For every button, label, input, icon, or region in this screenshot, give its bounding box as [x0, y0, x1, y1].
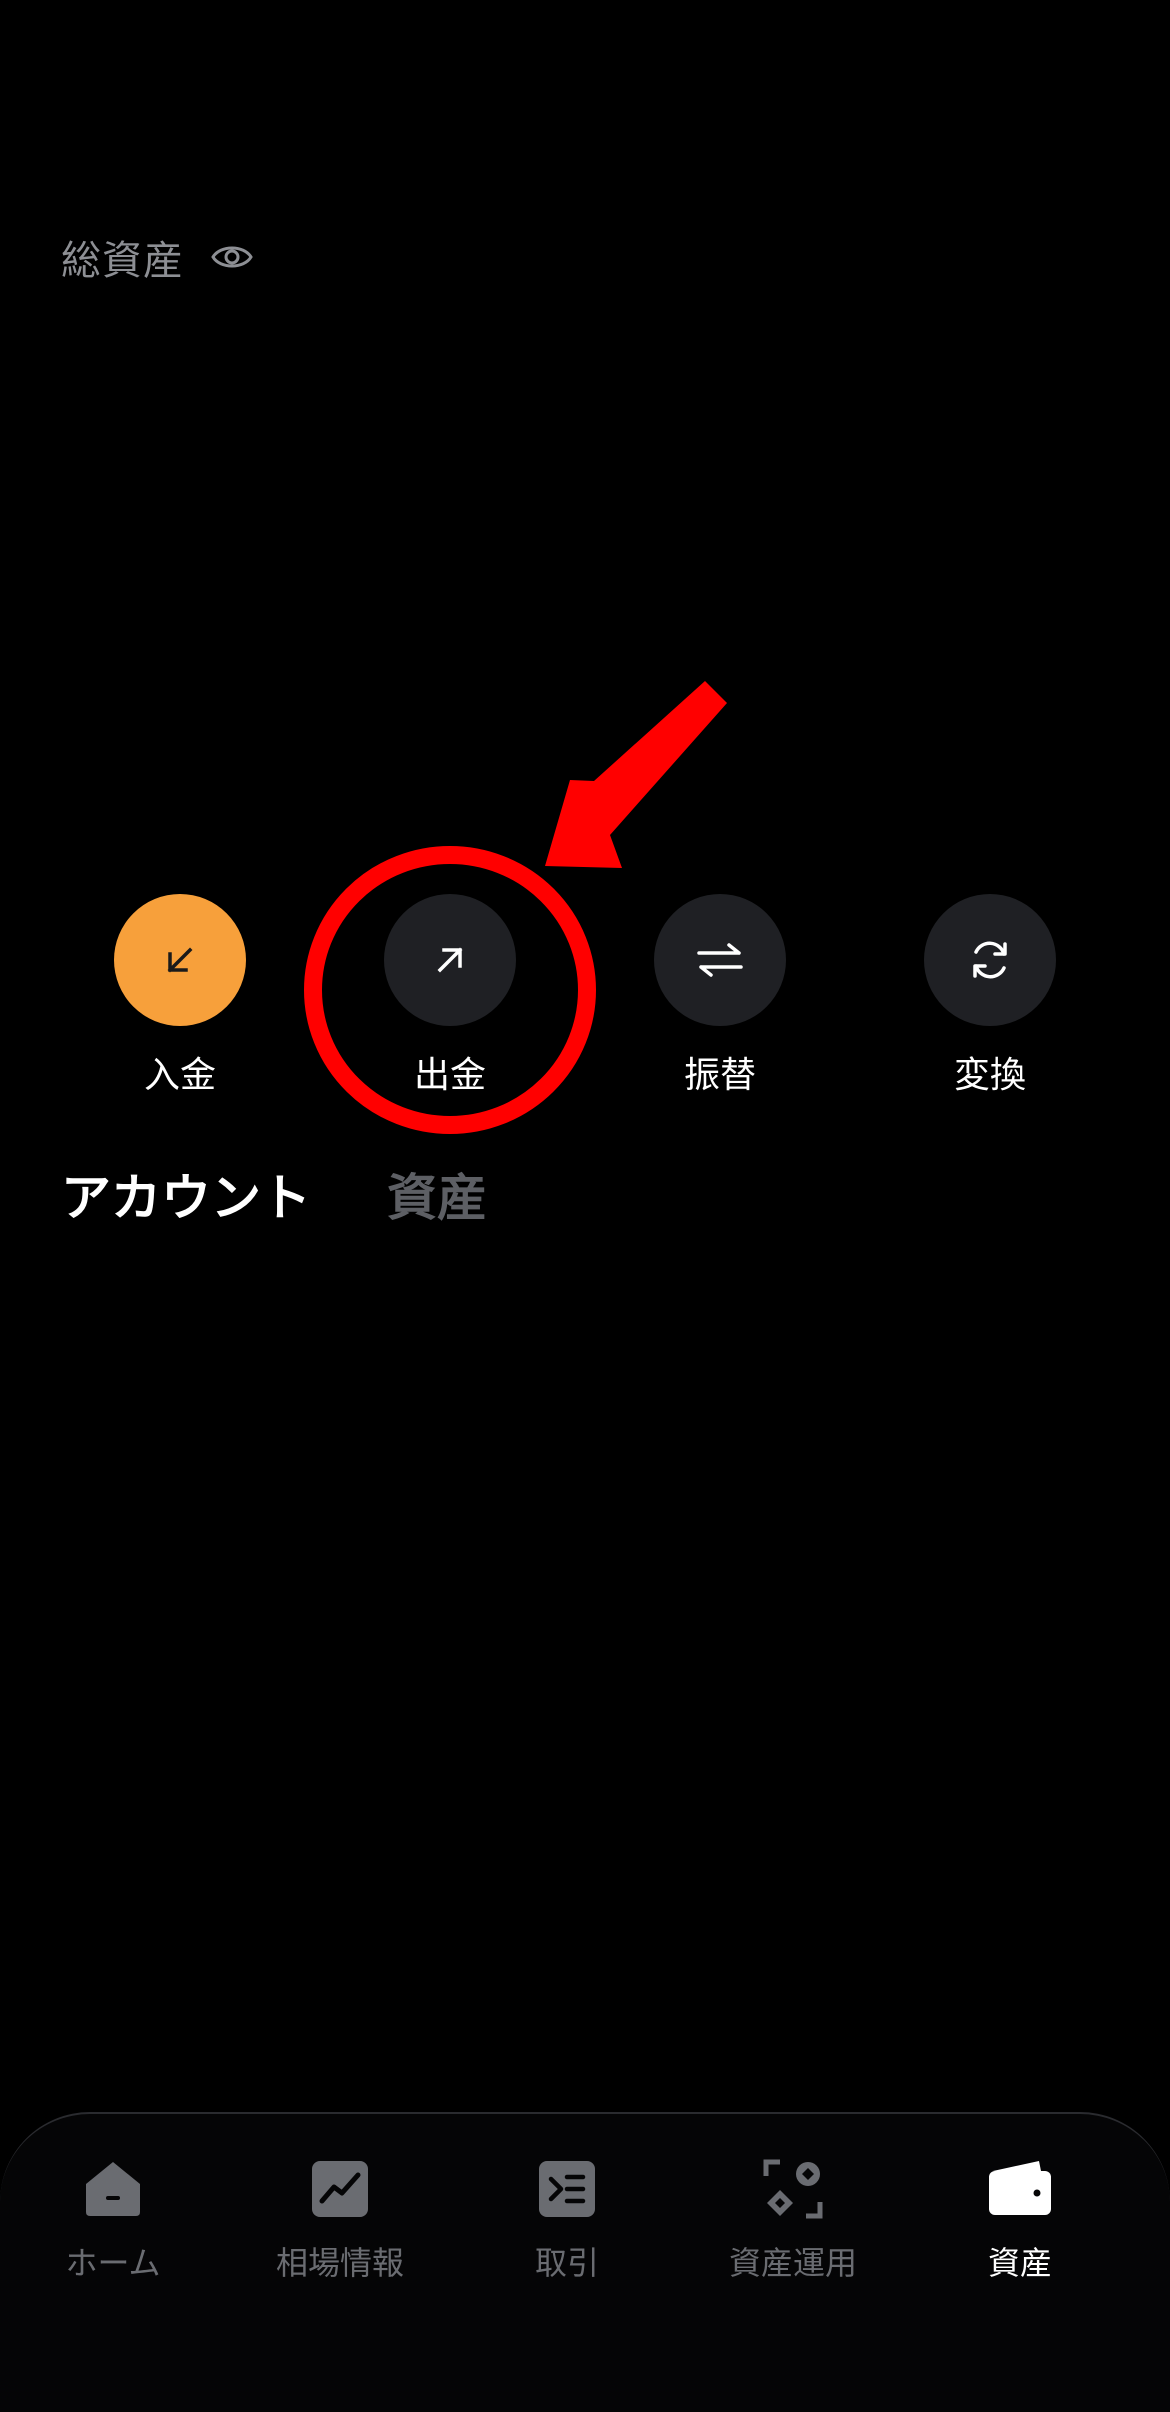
total-assets-label: 総資産 [61, 238, 184, 284]
arrow-down-left-icon [167, 947, 193, 973]
home-icon [78, 2154, 148, 2224]
nav-item-trade[interactable]: 取引 [467, 2154, 667, 2284]
action-bar: 入金 出金 振替 変換 [0, 894, 1170, 1096]
nav-item-home[interactable]: ホーム [13, 2154, 213, 2284]
convert-button[interactable]: 変換 [890, 894, 1090, 1098]
wallet-icon [985, 2154, 1055, 2224]
eye-icon[interactable] [210, 235, 254, 279]
deposit-circle[interactable] [114, 894, 246, 1026]
arrow-up-right-icon [437, 947, 463, 973]
trade-icon [532, 2154, 602, 2224]
withdraw-circle[interactable] [384, 894, 516, 1026]
deposit-button[interactable]: 入金 [80, 894, 280, 1098]
withdraw-button[interactable]: 出金 [350, 894, 550, 1098]
nav-label-market: 相場情報 [275, 2244, 404, 2282]
deposit-label: 入金 [143, 1055, 216, 1096]
total-assets-header: 総資産 [61, 228, 254, 286]
transfer-button[interactable]: 振替 [620, 894, 820, 1098]
transfer-circle[interactable] [654, 894, 786, 1026]
nav-label-trade: 取引 [534, 2244, 599, 2282]
convert-label: 変換 [953, 1055, 1026, 1096]
nav-item-market[interactable]: 相場情報 [240, 2154, 440, 2284]
tab-account[interactable]: アカウント [61, 1158, 311, 1230]
asset-tabs: アカウント 資産 [61, 1158, 487, 1230]
tab-assets[interactable]: 資産 [387, 1158, 487, 1230]
swap-arrows-icon [697, 943, 743, 977]
convert-circle[interactable] [924, 894, 1056, 1026]
nav-item-earn[interactable]: 資産運用 [693, 2154, 893, 2284]
earn-icon [758, 2154, 828, 2224]
nav-label-home: ホーム [65, 2244, 161, 2282]
nav-label-assets: 資産 [987, 2244, 1052, 2282]
nav-item-assets[interactable]: 資産 [920, 2154, 1120, 2284]
nav-label-earn: 資産運用 [728, 2244, 857, 2282]
chart-icon [305, 2154, 375, 2224]
transfer-label: 振替 [683, 1055, 756, 1096]
withdraw-label: 出金 [413, 1055, 486, 1096]
annotation-arrow [545, 681, 727, 868]
refresh-icon [973, 941, 1007, 979]
bottom-navigation: ホーム 相場情報 取引 資産運用 資産 [0, 2112, 1170, 2412]
